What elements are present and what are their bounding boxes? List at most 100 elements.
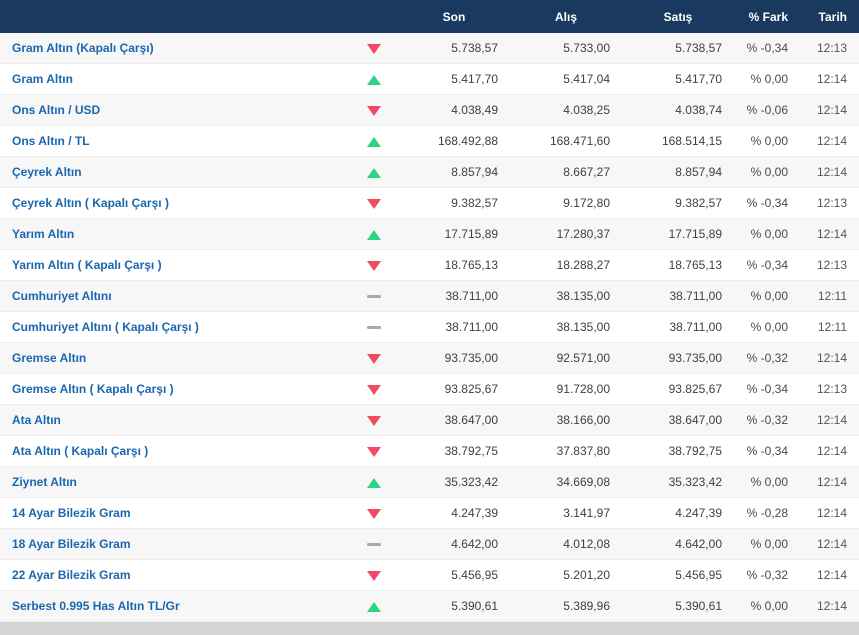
table-row: Gram Altın 5.417,70 5.417,04 5.417,70 % …	[0, 63, 859, 95]
up-arrow-icon	[367, 167, 381, 178]
footer-strip	[0, 622, 859, 635]
alis-value: 4.038,25	[510, 94, 622, 126]
down-arrow-icon	[367, 570, 381, 581]
column-header-satis: Satış	[622, 0, 734, 33]
instrument-name-link[interactable]: 18 Ayar Bilezik Gram	[0, 528, 350, 560]
up-arrow-icon	[367, 74, 381, 85]
direction-cell	[350, 435, 398, 467]
table-row: Cumhuriyet Altını ( Kapalı Çarşı ) 38.71…	[0, 311, 859, 343]
instrument-name-link[interactable]: 14 Ayar Bilezik Gram	[0, 497, 350, 529]
son-value: 18.765,13	[398, 249, 510, 281]
down-arrow-icon	[367, 353, 381, 364]
direction-cell	[350, 218, 398, 250]
instrument-name-link[interactable]: Serbest 0.995 Has Altın TL/Gr	[0, 590, 350, 622]
son-value: 38.647,00	[398, 404, 510, 436]
down-arrow-icon	[367, 446, 381, 457]
down-arrow-icon	[367, 415, 381, 426]
instrument-name-link[interactable]: Çeyrek Altın ( Kapalı Çarşı )	[0, 187, 350, 219]
instrument-name-link[interactable]: Yarım Altın ( Kapalı Çarşı )	[0, 249, 350, 281]
down-arrow-icon	[367, 198, 381, 209]
down-arrow-icon	[367, 105, 381, 116]
alis-value: 5.389,96	[510, 590, 622, 622]
satis-value: 38.792,75	[622, 435, 734, 467]
tarih-value: 12:14	[800, 497, 859, 529]
direction-cell	[350, 497, 398, 529]
price-table-body: Gram Altın (Kapalı Çarşı) 5.738,57 5.733…	[0, 33, 859, 622]
instrument-name-link[interactable]: Gram Altın (Kapalı Çarşı)	[0, 33, 350, 64]
son-value: 9.382,57	[398, 187, 510, 219]
fark-value: % 0,00	[734, 280, 800, 312]
satis-value: 38.711,00	[622, 280, 734, 312]
up-arrow-icon	[367, 477, 381, 488]
direction-cell	[350, 342, 398, 374]
son-value: 5.390,61	[398, 590, 510, 622]
son-value: 4.247,39	[398, 497, 510, 529]
fark-value: % -0,06	[734, 94, 800, 126]
direction-cell	[350, 528, 398, 560]
gold-prices-panel: Son Alış Satış % Fark Tarih Gram Altın (…	[0, 0, 859, 635]
alis-value: 5.417,04	[510, 63, 622, 95]
instrument-name-link[interactable]: Ons Altın / TL	[0, 125, 350, 157]
column-header-fark: % Fark	[734, 0, 800, 33]
alis-value: 38.135,00	[510, 280, 622, 312]
tarih-value: 12:13	[800, 187, 859, 219]
tarih-value: 12:14	[800, 559, 859, 591]
direction-cell	[350, 249, 398, 281]
instrument-name-link[interactable]: Gremse Altın	[0, 342, 350, 374]
instrument-name-link[interactable]: Ata Altın	[0, 404, 350, 436]
direction-cell	[350, 404, 398, 436]
table-row: 14 Ayar Bilezik Gram 4.247,39 3.141,97 4…	[0, 497, 859, 529]
instrument-name-link[interactable]: Ata Altın ( Kapalı Çarşı )	[0, 435, 350, 467]
instrument-name-link[interactable]: Ons Altın / USD	[0, 94, 350, 126]
fark-value: % -0,32	[734, 404, 800, 436]
son-value: 38.711,00	[398, 280, 510, 312]
fark-value: % 0,00	[734, 590, 800, 622]
direction-cell	[350, 33, 398, 64]
fark-value: % -0,32	[734, 559, 800, 591]
satis-value: 5.738,57	[622, 33, 734, 64]
instrument-name-link[interactable]: Cumhuriyet Altını	[0, 280, 350, 312]
up-arrow-icon	[367, 136, 381, 147]
down-arrow-icon	[367, 43, 381, 54]
instrument-name-link[interactable]: Yarım Altın	[0, 218, 350, 250]
down-arrow-icon	[367, 508, 381, 519]
down-arrow-icon	[367, 260, 381, 271]
son-value: 5.738,57	[398, 33, 510, 64]
direction-cell	[350, 373, 398, 405]
alis-value: 18.288,27	[510, 249, 622, 281]
instrument-name-link[interactable]: Ziynet Altın	[0, 466, 350, 498]
table-row: Serbest 0.995 Has Altın TL/Gr 5.390,61 5…	[0, 590, 859, 622]
fark-value: % 0,00	[734, 63, 800, 95]
tarih-value: 12:14	[800, 94, 859, 126]
son-value: 17.715,89	[398, 218, 510, 250]
alis-value: 91.728,00	[510, 373, 622, 405]
direction-cell	[350, 280, 398, 312]
son-value: 8.857,94	[398, 156, 510, 188]
tarih-value: 12:14	[800, 342, 859, 374]
tarih-value: 12:14	[800, 466, 859, 498]
instrument-name-link[interactable]: Cumhuriyet Altını ( Kapalı Çarşı )	[0, 311, 350, 343]
alis-value: 5.201,20	[510, 559, 622, 591]
alis-value: 34.669,08	[510, 466, 622, 498]
direction-cell	[350, 94, 398, 126]
alis-value: 17.280,37	[510, 218, 622, 250]
son-value: 4.642,00	[398, 528, 510, 560]
satis-value: 5.390,61	[622, 590, 734, 622]
fark-value: % -0,34	[734, 249, 800, 281]
son-value: 5.417,70	[398, 63, 510, 95]
alis-value: 4.012,08	[510, 528, 622, 560]
alis-value: 9.172,80	[510, 187, 622, 219]
table-row: Ata Altın ( Kapalı Çarşı ) 38.792,75 37.…	[0, 435, 859, 467]
instrument-name-link[interactable]: 22 Ayar Bilezik Gram	[0, 559, 350, 591]
column-header-alis: Alış	[510, 0, 622, 33]
flat-dash-icon	[367, 543, 381, 547]
instrument-name-link[interactable]: Gremse Altın ( Kapalı Çarşı )	[0, 373, 350, 405]
alis-value: 5.733,00	[510, 33, 622, 64]
instrument-name-link[interactable]: Gram Altın	[0, 63, 350, 95]
tarih-value: 12:14	[800, 218, 859, 250]
satis-value: 4.642,00	[622, 528, 734, 560]
tarih-value: 12:14	[800, 404, 859, 436]
table-row: 22 Ayar Bilezik Gram 5.456,95 5.201,20 5…	[0, 559, 859, 591]
satis-value: 17.715,89	[622, 218, 734, 250]
instrument-name-link[interactable]: Çeyrek Altın	[0, 156, 350, 188]
